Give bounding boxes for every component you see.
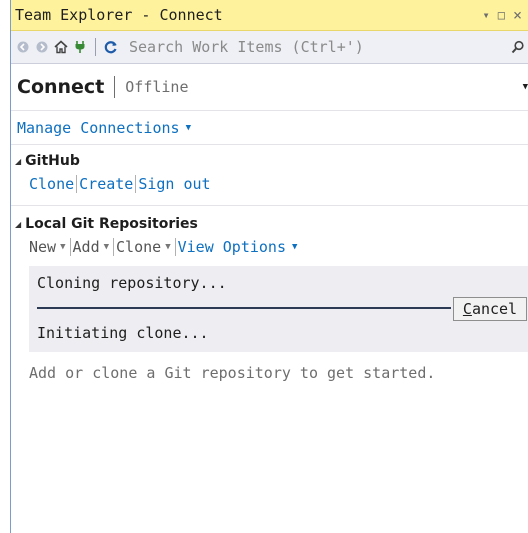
link-separator <box>69 238 71 256</box>
toolbar-separator <box>95 38 96 56</box>
chevron-down-icon[interactable]: ▼ <box>104 242 109 252</box>
cloning-status-text: Cloning repository... <box>37 274 227 292</box>
page-menu-chevron-icon[interactable]: ▼ <box>523 82 528 92</box>
nav-buttons <box>15 38 125 56</box>
github-clone-link[interactable]: Clone <box>29 175 74 193</box>
github-section-header[interactable]: ◢ GitHub <box>11 151 528 171</box>
local-repos-actions: New ▼ Add ▼ Clone ▼ View Options ▼ <box>11 234 528 260</box>
clone-progress-panel: Cloning repository... Cancel Initiating … <box>29 266 528 352</box>
clone-detail-text: Initiating clone... <box>37 324 209 342</box>
link-separator <box>113 238 115 256</box>
github-section-title: GitHub <box>25 153 80 169</box>
home-icon[interactable] <box>53 39 69 55</box>
maximize-icon[interactable]: □ <box>498 8 505 22</box>
clone-repo-button[interactable]: Clone <box>116 238 161 256</box>
github-sign-out-link[interactable]: Sign out <box>138 175 210 193</box>
link-separator <box>174 238 176 256</box>
window-menu-dropdown-icon[interactable]: ▾ <box>483 8 490 22</box>
local-repos-section-title: Local Git Repositories <box>25 216 198 232</box>
empty-state-hint: Add or clone a Git repository to get sta… <box>29 364 436 382</box>
title-bar: Team Explorer - Connect ▾ □ × <box>11 0 528 31</box>
plug-icon[interactable] <box>72 39 88 55</box>
search-work-items-input[interactable] <box>125 35 510 59</box>
chevron-down-icon[interactable]: ▼ <box>292 242 297 252</box>
page-header: Connect Offline ▼ <box>11 64 528 111</box>
cancel-button[interactable]: Cancel <box>453 297 527 321</box>
progress-rule <box>37 307 451 309</box>
github-section: ◢ GitHub Clone Create Sign out <box>11 151 528 206</box>
chevron-down-icon[interactable]: ▼ <box>186 123 191 133</box>
local-repos-section-header[interactable]: ◢ Local Git Repositories <box>11 214 528 234</box>
forward-icon[interactable] <box>34 39 50 55</box>
close-icon[interactable]: × <box>513 6 522 24</box>
window-title: Team Explorer - Connect <box>15 6 223 24</box>
connection-status: Offline <box>125 78 189 96</box>
chevron-down-icon[interactable]: ▼ <box>60 242 65 252</box>
window-controls: ▾ □ × <box>483 6 528 24</box>
team-explorer-window: Team Explorer - Connect ▾ □ × Search Wor… <box>10 0 528 533</box>
github-links: Clone Create Sign out <box>11 171 528 197</box>
new-repo-button[interactable]: New <box>29 238 56 256</box>
collapse-triangle-icon[interactable]: ◢ <box>15 220 21 229</box>
collapse-triangle-icon[interactable]: ◢ <box>15 157 21 166</box>
local-git-repositories-section: ◢ Local Git Repositories New ▼ Add ▼ Clo… <box>11 214 528 382</box>
manage-connections-row: Manage Connections ▼ <box>11 111 528 145</box>
link-separator <box>76 175 78 193</box>
back-icon[interactable] <box>15 39 31 55</box>
link-separator <box>135 175 137 193</box>
toolbar <box>11 31 528 64</box>
header-separator <box>114 76 116 98</box>
search-icon[interactable] <box>510 39 526 55</box>
chevron-down-icon[interactable]: ▼ <box>165 242 170 252</box>
refresh-icon[interactable] <box>103 39 119 55</box>
view-options-link[interactable]: View Options <box>178 238 286 256</box>
page-title: Connect <box>17 76 105 98</box>
add-repo-button[interactable]: Add <box>73 238 100 256</box>
manage-connections-link[interactable]: Manage Connections <box>17 119 180 137</box>
github-create-link[interactable]: Create <box>79 175 133 193</box>
